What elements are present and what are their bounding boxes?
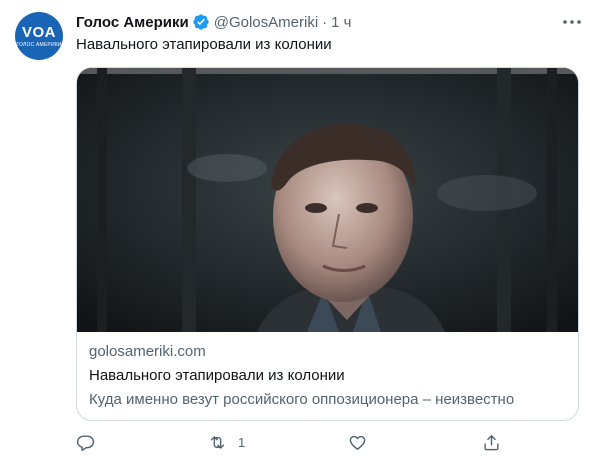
separator-dot: · bbox=[322, 13, 328, 31]
link-card[interactable]: golosameriki.com Навального этапировали … bbox=[76, 67, 579, 421]
share-button[interactable] bbox=[482, 430, 501, 454]
account-handle[interactable]: @GolosAmeriki bbox=[214, 14, 318, 31]
share-icon bbox=[484, 434, 499, 450]
tweet-header: Голос Америки @GolosAmeriki · 1 ч bbox=[76, 12, 351, 32]
tweet-text: Навального этапировали из колонии bbox=[76, 36, 332, 53]
action-bar: 1 bbox=[76, 430, 499, 454]
avatar[interactable]: VOA ГОЛОС АМЕРИКИ bbox=[15, 12, 63, 60]
card-domain: golosameriki.com bbox=[89, 343, 206, 360]
card-body[interactable]: golosameriki.com Навального этапировали … bbox=[89, 342, 566, 410]
account-name[interactable]: Голос Америки bbox=[76, 14, 189, 31]
tweet-timestamp[interactable]: 1 ч bbox=[331, 14, 351, 31]
avatar-logo: VOA bbox=[21, 23, 56, 41]
more-options-icon[interactable] bbox=[562, 14, 582, 30]
like-button[interactable] bbox=[348, 430, 378, 454]
tweet[interactable]: VOA ГОЛОС АМЕРИКИ Голос Америки @GolosAm… bbox=[0, 0, 598, 464]
reply-icon bbox=[76, 434, 95, 451]
heart-icon bbox=[349, 435, 366, 450]
retweet-icon bbox=[210, 435, 225, 449]
retweet-count: 1 bbox=[238, 434, 246, 450]
verified-badge-icon bbox=[193, 14, 209, 30]
card-image[interactable] bbox=[77, 68, 578, 332]
reply-button[interactable] bbox=[76, 430, 106, 454]
avatar-logo-subtitle: ГОЛОС АМЕРИКИ bbox=[16, 41, 62, 48]
retweet-button[interactable]: 1 bbox=[208, 430, 245, 454]
card-title: Навального этапировали из колонии bbox=[89, 367, 345, 384]
card-description: Куда именно везут российского оппозицион… bbox=[89, 391, 515, 408]
